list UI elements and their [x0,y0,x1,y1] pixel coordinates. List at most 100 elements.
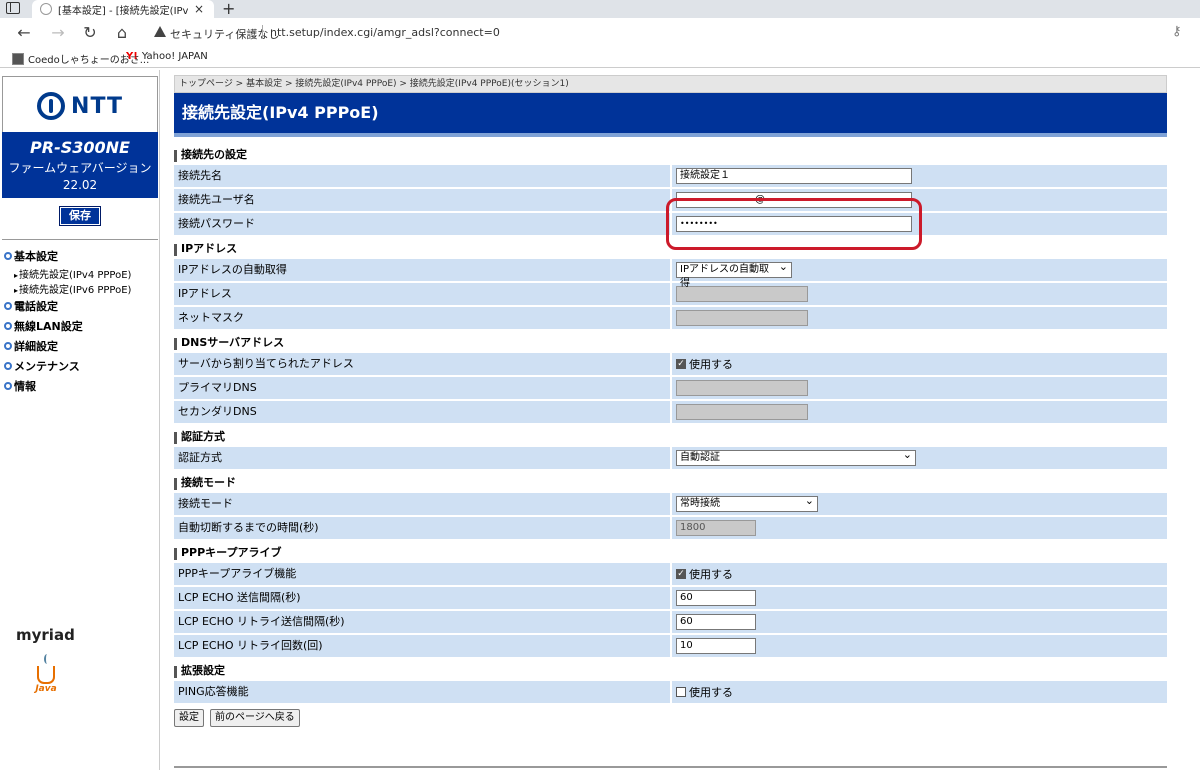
lcp-interval-input[interactable]: 60 [676,590,756,606]
row-ip-auto: IPアドレスの自動取得 IPアドレスの自動取得 [174,259,1167,289]
sidebar-item-maintenance[interactable]: メンテナンス [4,356,156,376]
label-lcp-retry-interval: LCP ECHO リトライ送信間隔(秒) [174,611,670,633]
label-conn-mode: 接続モード [174,493,670,515]
dest-name-input[interactable]: 接続設定１ [676,168,912,184]
ping-checkbox[interactable] [676,687,686,697]
java-cup-icon [37,654,55,684]
label-ppp-keepalive: PPPキープアライブ機能 [174,563,670,585]
forward-icon[interactable]: → [48,23,68,42]
ppp-keepalive-checkbox[interactable]: ✓ [676,569,686,579]
row-ppp-keepalive: PPPキープアライブ機能 ✓ 使用する [174,563,1167,585]
row-netmask: ネットマスク [174,307,1167,329]
key-icon[interactable]: ⚷ [1172,24,1182,39]
address-bar: ← → ↻ ⌂ セキュリティ保護なし ntt.setup/index.cgi/a… [0,18,1200,48]
label-netmask: ネットマスク [174,307,670,329]
section-dest: 接続先の設定 [174,143,1167,165]
tab-title: [基本設定] - [接続先設定(IPv4 PP [58,5,188,17]
save-button[interactable]: 保存 [59,206,101,226]
sidebar-subitem-ipv4[interactable]: 接続先設定(IPv4 PPPoE) [4,266,156,281]
label-dest-name: 接続先名 [174,165,670,187]
bookmark-yahoo[interactable]: Y! Yahoo! JAPAN [126,51,208,62]
label-password: 接続パスワード [174,213,670,235]
firmware-label: ファームウェアバージョン [8,161,152,175]
section-dns: DNSサーバアドレス [174,331,1167,353]
dns-server-checkbox[interactable]: ✓ [676,359,686,369]
home-icon[interactable]: ⌂ [112,23,132,42]
ip-address-input[interactable] [676,286,808,302]
label-auto-disconnect: 自動切断するまでの時間(秒) [174,517,670,539]
circle-arrow-icon [4,252,12,260]
label-auth: 認証方式 [174,447,670,469]
sidebar-item-phone[interactable]: 電話設定 [4,296,156,316]
auth-method-select[interactable]: 自動認証 [676,448,916,466]
circle-arrow-icon [4,342,12,350]
auto-disconnect-input[interactable]: 1800 [676,520,756,536]
tab-actions-icon[interactable] [6,2,20,14]
java-logo: Java [30,652,62,702]
sidebar-item-basic[interactable]: 基本設定 [4,246,156,266]
address-separator [262,25,263,39]
sidebar-item-info[interactable]: 情報 [4,376,156,396]
row-dns-primary: プライマリDNS [174,377,1167,399]
label-dns-primary: プライマリDNS [174,377,670,399]
ping-checkbox-label[interactable]: 使用する [689,684,733,700]
url-input[interactable]: ntt.setup/index.cgi/amgr_adsl?connect=0 [270,26,500,39]
label-ip-auto: IPアドレスの自動取得 [174,259,670,281]
section-ext: 拡張設定 [174,659,1167,681]
circle-arrow-icon [4,322,12,330]
sidebar-subitem-ipv6[interactable]: 接続先設定(IPv6 PPPoE) [4,281,156,296]
label-lcp-retry-count: LCP ECHO リトライ回数(回) [174,635,670,657]
browser-tab-bar: [基本設定] - [接続先設定(IPv4 PP × + [0,0,1200,18]
page-title: 接続先設定(IPv4 PPPoE) [174,93,1167,137]
row-dns-secondary: セカンダリDNS [174,401,1167,423]
label-ip-addr: IPアドレス [174,283,670,305]
ip-auto-select[interactable]: IPアドレスの自動取得 [676,260,792,289]
row-lcp-interval: LCP ECHO 送信間隔(秒) 60 [174,587,1167,609]
netmask-input[interactable] [676,310,808,326]
browser-tab[interactable]: [基本設定] - [接続先設定(IPv4 PP × [32,0,214,18]
label-lcp-interval: LCP ECHO 送信間隔(秒) [174,587,670,609]
back-button[interactable]: 前のページへ戻る [210,709,300,727]
ppp-keepalive-checkbox-label[interactable]: 使用する [689,566,733,582]
model-name: PR-S300NE [30,138,130,157]
myriad-logo: myriad [16,626,75,644]
label-user: 接続先ユーザ名 [174,189,670,211]
lcp-retry-interval-input[interactable]: 60 [676,614,756,630]
ntt-logo: NTT [2,76,158,136]
save-area: 保存 [2,198,158,240]
dns-secondary-input[interactable] [676,404,808,420]
row-auth: 認証方式 自動認証 [174,447,1167,469]
ntt-logo-icon [37,92,66,120]
yahoo-icon: Y! [126,51,138,62]
bookmarks-bar: Coedoしゃちょーのおさ... Y! Yahoo! JAPAN [0,48,1200,68]
model-info: PR-S300NE ファームウェアバージョン 22.02 [2,132,158,198]
circle-arrow-icon [4,382,12,390]
reload-icon[interactable]: ↻ [80,23,100,42]
sidebar-menu: 基本設定 接続先設定(IPv4 PPPoE) 接続先設定(IPv6 PPPoE)… [4,246,156,396]
back-icon[interactable]: ← [14,23,34,42]
row-ip-addr: IPアドレス [174,283,1167,305]
firmware-version: 22.02 [62,178,98,192]
lcp-retry-count-input[interactable]: 10 [676,638,756,654]
row-ping: PING応答機能 使用する [174,681,1167,703]
dns-server-checkbox-label[interactable]: 使用する [689,356,733,372]
section-auth: 認証方式 [174,425,1167,447]
new-tab-icon[interactable]: + [222,0,235,18]
warning-icon[interactable] [154,26,166,37]
bookmark-favicon-icon [12,52,24,65]
set-button[interactable]: 設定 [174,709,204,727]
label-dns-secondary: セカンダリDNS [174,401,670,423]
row-lcp-retry-count: LCP ECHO リトライ回数(回) 10 [174,635,1167,657]
tab-favicon-icon [40,3,52,15]
tab-close-icon[interactable]: × [194,2,204,16]
row-auto-disconnect: 自動切断するまでの時間(秒) 1800 [174,517,1167,539]
dns-primary-input[interactable] [676,380,808,396]
sidebar-item-wlan[interactable]: 無線LAN設定 [4,316,156,336]
row-dest-name: 接続先名 接続設定１ [174,165,1167,187]
form-buttons: 設定 前のページへ戻る [174,709,1167,727]
sidebar: NTT PR-S300NE ファームウェアバージョン 22.02 保存 基本設定… [0,70,160,770]
sidebar-item-advanced[interactable]: 詳細設定 [4,336,156,356]
conn-mode-select[interactable]: 常時接続 [676,494,818,512]
row-conn-mode: 接続モード 常時接続 [174,493,1167,515]
circle-arrow-icon [4,362,12,370]
